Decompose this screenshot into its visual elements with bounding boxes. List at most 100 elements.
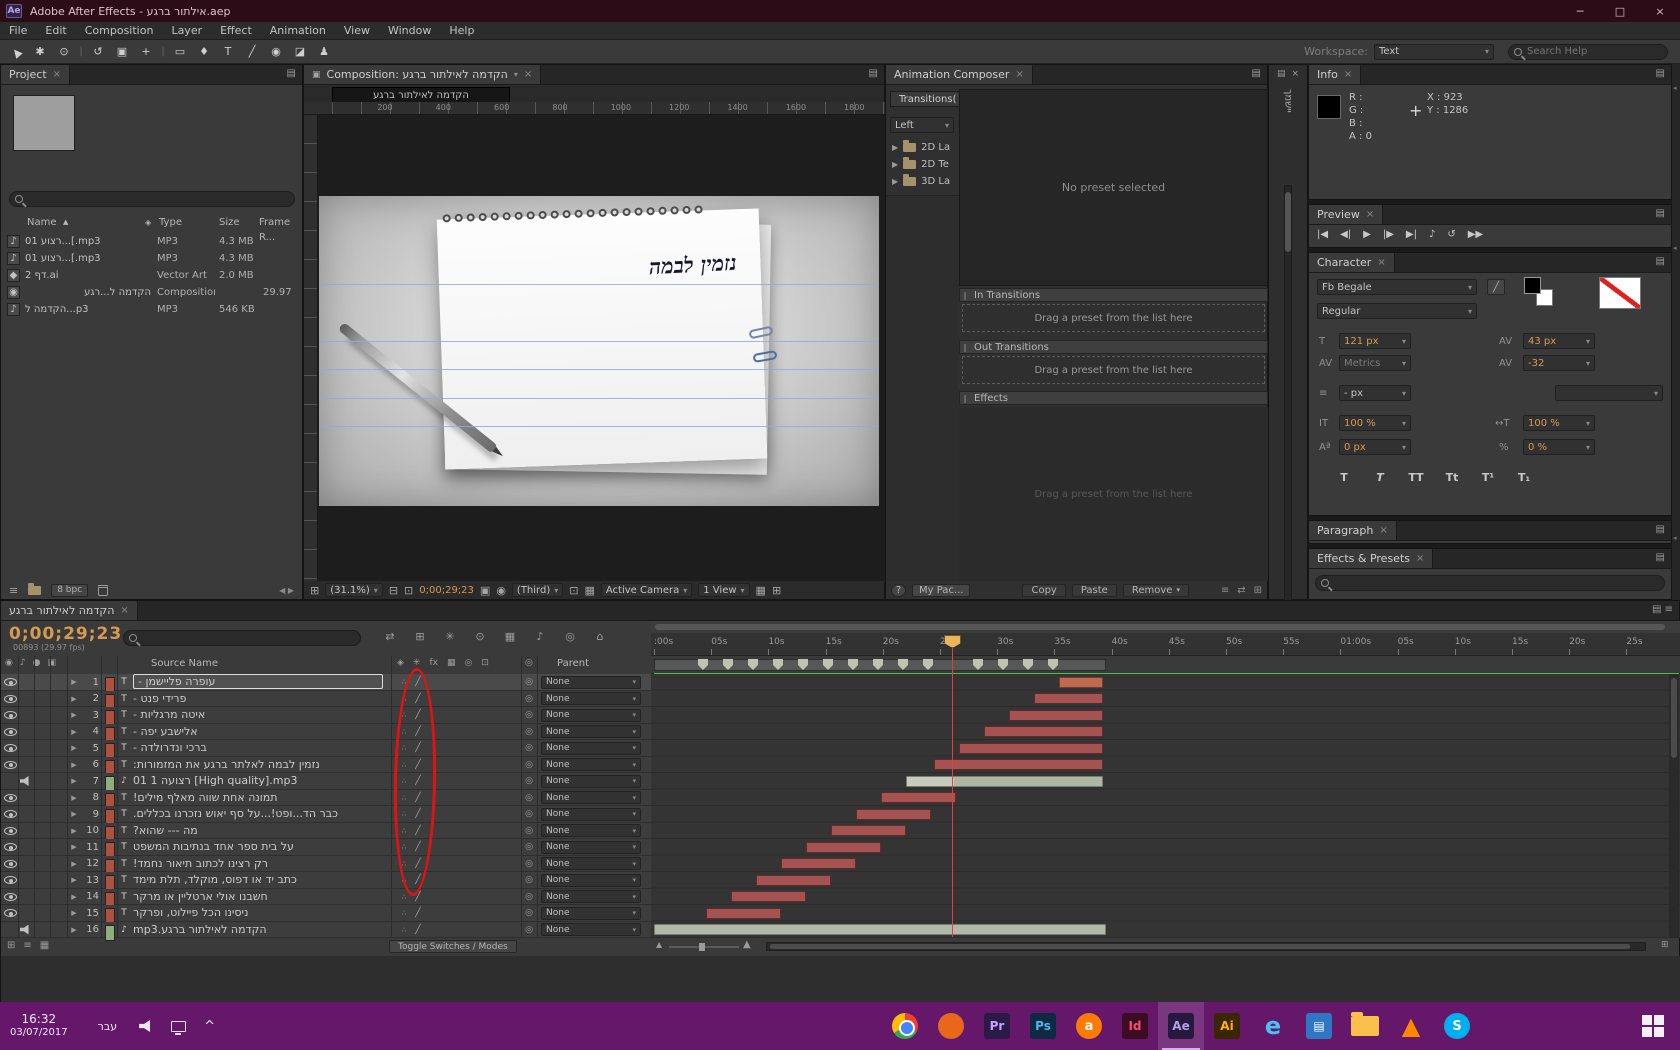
layer-duration-bar[interactable] xyxy=(984,726,1103,737)
faux-style-button-0[interactable]: T xyxy=(1333,469,1355,485)
tab-animation-composer[interactable]: Animation Composer× xyxy=(886,65,1033,84)
eye-icon[interactable] xyxy=(4,711,17,719)
viewer-pasteboard[interactable]: נזמין לבמה xyxy=(318,115,885,581)
tab-project[interactable]: Project× xyxy=(1,65,70,84)
eye-icon[interactable] xyxy=(4,876,17,884)
layer-row[interactable]: ▶9Tכבר הד...ופט!...על סף יאוש נזכרנו בכל… xyxy=(1,806,651,823)
layer-duration-bar[interactable] xyxy=(831,825,906,836)
minimize-button[interactable]: ─ xyxy=(1560,5,1600,18)
direction-dropdown[interactable]: Left▾ xyxy=(890,117,954,133)
puppet-pin-tool[interactable]: ♟ xyxy=(312,42,336,62)
zoom-tool[interactable]: ⊙ xyxy=(52,42,76,62)
pickwhip-icon[interactable]: ◎ xyxy=(523,707,535,724)
eye-icon[interactable] xyxy=(4,744,17,752)
effects-search-input[interactable] xyxy=(1334,578,1659,589)
project-item-row[interactable]: ◉הקדמה ל...רגעComposition29.97 xyxy=(1,284,302,301)
font-size-dropdown[interactable]: 121 px▾ xyxy=(1339,333,1411,349)
pickwhip-icon[interactable]: ◎ xyxy=(523,691,535,708)
layer-row[interactable]: ▶10Tמה --- שהוא?∴╱◎None▾ xyxy=(1,823,651,840)
parent-dropdown[interactable]: None▾ xyxy=(541,923,641,936)
timeline-tool-icon[interactable]: ⇄ xyxy=(379,630,401,643)
guide-line[interactable] xyxy=(319,426,879,427)
composer-folder-row[interactable]: ▶2D Te xyxy=(886,156,959,173)
composer-folder-row[interactable]: ▶2D La xyxy=(886,139,959,156)
font-family-dropdown[interactable]: Fb Begale▾ xyxy=(1317,279,1477,295)
pickwhip-icon[interactable]: ◎ xyxy=(523,856,535,873)
guide-line[interactable] xyxy=(319,341,879,342)
layer-name[interactable]: על בית ספר אחד בנתיבות המשפט xyxy=(133,839,389,856)
clone-stamp-tool[interactable]: ◉ xyxy=(264,42,288,62)
playhead-line[interactable] xyxy=(952,637,953,937)
expand-arrow-icon[interactable]: ▶ xyxy=(69,889,79,906)
expand-arrow-icon[interactable]: ▶ xyxy=(892,160,898,169)
layer-duration-bar[interactable] xyxy=(1009,710,1103,721)
eye-icon[interactable] xyxy=(4,728,17,736)
taskbar-photoshop[interactable]: Ps xyxy=(1020,1002,1066,1050)
col-name[interactable]: Name xyxy=(27,215,57,230)
layer-duration-bar[interactable] xyxy=(806,842,881,853)
help-search[interactable] xyxy=(1508,44,1668,60)
out-transitions-header[interactable]: Out Transitions xyxy=(959,340,1268,354)
faux-style-button-3[interactable]: Tt xyxy=(1441,469,1463,485)
expand-arrow-icon[interactable]: ▶ xyxy=(69,839,79,856)
in-transitions-header[interactable]: In Transitions xyxy=(959,288,1268,302)
eye-icon[interactable] xyxy=(4,761,17,769)
sort-icon[interactable]: ≡ xyxy=(1221,585,1229,596)
refresh-icon[interactable]: ⇄ xyxy=(1237,585,1245,596)
composition-frame[interactable]: נזמין לבמה xyxy=(319,196,879,506)
panel-menu-icon[interactable]: ▤ xyxy=(869,65,884,84)
parent-dropdown[interactable]: None▾ xyxy=(541,907,641,920)
col-type[interactable]: Type xyxy=(159,215,182,230)
camera-dropdown[interactable]: Active Camera▾ xyxy=(601,583,692,597)
project-search[interactable] xyxy=(9,191,295,207)
copy-button[interactable]: Copy xyxy=(1022,584,1065,597)
parent-dropdown[interactable]: None▾ xyxy=(541,676,641,689)
panel-menu-icon[interactable]: ▤ xyxy=(1656,521,1671,540)
item-name[interactable]: 01 רצוע...[.mp3 xyxy=(25,233,151,250)
language-indicator[interactable]: עבר xyxy=(98,1020,117,1033)
leading-dropdown[interactable]: - px▾ xyxy=(1339,385,1411,401)
close-button[interactable]: × xyxy=(1640,5,1680,18)
pickwhip-icon[interactable]: ◎ xyxy=(523,922,535,939)
layer-row[interactable]: ▶1Tעופרה פליישמן -∴╱◎None▾ xyxy=(1,674,651,691)
taskbar-mail[interactable]: ▤ xyxy=(1296,1002,1342,1050)
zoom-in-icon[interactable]: ▲ xyxy=(743,939,751,950)
panel-menu-icon[interactable]: ▤ xyxy=(1656,253,1671,272)
frame-blend-icon[interactable]: ▦ xyxy=(40,940,49,951)
remove-button[interactable]: Remove▾ xyxy=(1123,584,1189,597)
timeline-navigator[interactable] xyxy=(651,621,1680,633)
quality-switch[interactable]: ╱ xyxy=(413,922,423,939)
scroll-arrows[interactable]: ◀ ▶ xyxy=(279,586,302,595)
layer-duration-bar[interactable] xyxy=(706,908,781,919)
item-name[interactable]: דף 2.ai xyxy=(25,267,151,284)
workspace-dropdown[interactable]: Text▾ xyxy=(1374,44,1494,60)
new-folder-icon[interactable] xyxy=(28,586,41,595)
work-area-strip[interactable] xyxy=(651,656,1680,674)
menu-help[interactable]: Help xyxy=(440,24,483,37)
composer-folder-row[interactable]: ▶3D La xyxy=(886,173,959,190)
pickwhip-icon[interactable]: ◎ xyxy=(523,839,535,856)
pickwhip-icon[interactable]: ◎ xyxy=(523,757,535,774)
pickwhip-icon[interactable]: ◎ xyxy=(523,724,535,741)
pickwhip-icon[interactable]: ◎ xyxy=(523,806,535,823)
parent-dropdown[interactable]: None▾ xyxy=(541,824,641,837)
layer-row[interactable]: ▶8Tתמונה אחת שווה מאלף מילים!∴╱◎None▾ xyxy=(1,790,651,807)
layer-duration-bar[interactable] xyxy=(881,792,956,803)
tab-paragraph[interactable]: Paragraph× xyxy=(1309,521,1397,540)
prev-frame-button[interactable]: ◀| xyxy=(1340,229,1351,240)
close-icon[interactable]: × xyxy=(1291,69,1299,79)
expand-arrow-icon[interactable]: ▶ xyxy=(69,691,79,708)
menu-window[interactable]: Window xyxy=(379,24,440,37)
layer-row[interactable]: ▶2Tפרידי פנט -∴╱◎None▾ xyxy=(1,691,651,708)
layer-name[interactable]: איטה מרגליות - xyxy=(133,707,389,724)
tab-timeline-comp[interactable]: הקדמה לאילתור ברגע× xyxy=(1,601,138,620)
menu-animation[interactable]: Animation xyxy=(261,24,335,37)
time-ruler[interactable]: :00s05s10s15s20s25s30s35s40s45s50s55s01:… xyxy=(651,633,1680,656)
last-frame-button[interactable]: ▶| xyxy=(1406,229,1417,240)
timeline-search-input[interactable] xyxy=(142,633,355,644)
baseline-shift-dropdown[interactable]: 0 px▾ xyxy=(1339,439,1411,455)
my-packs-button[interactable]: My Pac... xyxy=(912,584,970,597)
taskbar-chrome[interactable] xyxy=(882,1002,928,1050)
expand-arrow-icon[interactable]: ▶ xyxy=(69,823,79,840)
volume-icon[interactable] xyxy=(139,1020,153,1032)
